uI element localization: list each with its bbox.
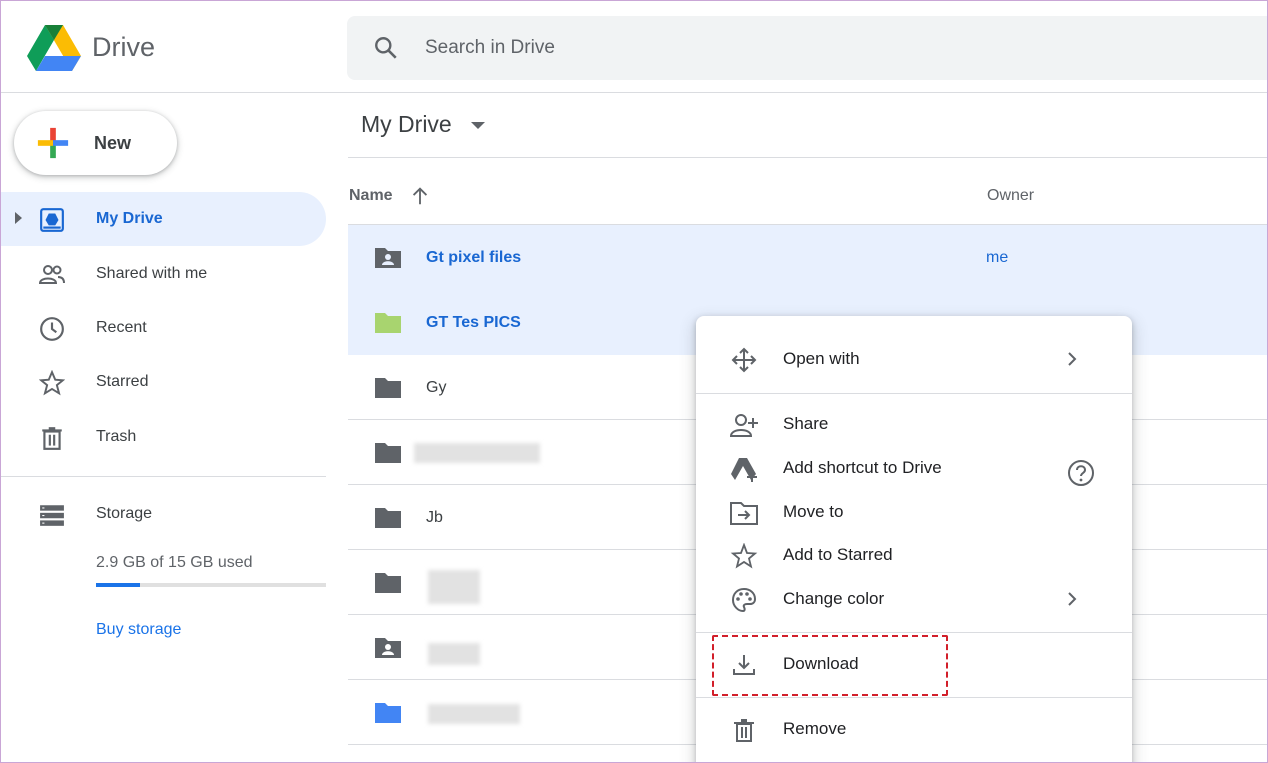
storage-progress-fill (96, 583, 140, 587)
sidebar-item-label: Recent (96, 319, 147, 336)
folder-move-icon (730, 502, 758, 525)
chevron-right-icon (1068, 592, 1077, 606)
person-add-icon (730, 414, 758, 437)
storage-used-text: 2.9 GB of 15 GB used (96, 554, 253, 571)
menu-item-move-to[interactable]: Move to (696, 490, 1132, 534)
menu-item-label: Remove (783, 719, 847, 738)
menu-separator (696, 393, 1132, 394)
search-input[interactable]: Search in Drive (425, 37, 555, 59)
menu-item-label: Add shortcut to Drive (783, 458, 942, 477)
sidebar-item-starred[interactable]: Starred (1, 355, 326, 409)
column-header-owner[interactable]: Owner (987, 187, 1034, 205)
sidebar-item-label: My Drive (96, 210, 163, 227)
folder-icon (375, 378, 401, 398)
storage-label: Storage (96, 505, 153, 522)
download-highlight-box (712, 635, 948, 696)
search-icon[interactable] (373, 35, 399, 61)
sidebar-divider (1, 476, 326, 477)
buy-storage-link[interactable]: Buy storage (96, 621, 181, 639)
menu-item-change-color[interactable]: Change color (696, 577, 1132, 621)
menu-item-label: Move to (783, 502, 844, 521)
folder-icon (375, 443, 401, 463)
menu-item-label: Share (783, 414, 829, 433)
folder-icon (375, 313, 401, 333)
redacted-file-name (428, 643, 480, 665)
star-icon (39, 370, 65, 396)
storage-progress-bar (96, 583, 326, 587)
storage-icon (40, 505, 64, 526)
menu-item-remove[interactable]: Remove (696, 707, 1132, 751)
sidebar-item-shared[interactable]: Shared with me (1, 247, 326, 301)
redacted-file-name (428, 704, 520, 724)
sidebar-item-recent[interactable]: Recent (1, 301, 326, 355)
trash-icon (42, 427, 62, 450)
chevron-down-icon[interactable] (471, 122, 485, 129)
file-owner: me (986, 249, 1009, 266)
sidebar-item-trash[interactable]: Trash (1, 410, 326, 464)
menu-item-label: Open with (783, 349, 860, 368)
palette-icon (731, 587, 757, 613)
plus-icon (37, 127, 69, 159)
brand-name: Drive (92, 32, 156, 62)
drive-shortcut-icon (731, 458, 757, 482)
folder-icon (375, 508, 401, 528)
sort-arrow-up-icon[interactable] (409, 185, 431, 207)
people-icon (39, 265, 65, 284)
sidebar-item-label: Shared with me (96, 265, 208, 282)
move-arrows-icon (731, 347, 757, 373)
menu-item-label: Change color (783, 589, 885, 608)
trash-icon (734, 719, 754, 742)
file-name: Gy (426, 379, 447, 396)
star-icon (730, 543, 758, 569)
file-name: Gt pixel files (426, 249, 522, 266)
sidebar-item-label: Trash (96, 428, 137, 445)
breadcrumb-my-drive[interactable]: My Drive (361, 111, 452, 138)
column-header-name[interactable]: Name (349, 187, 393, 205)
help-icon[interactable] (1066, 458, 1096, 488)
drive-logo-icon[interactable] (27, 25, 81, 71)
menu-item-label: Add to Starred (783, 545, 893, 564)
header-divider (1, 92, 1267, 93)
drive-window: Drive Search in Drive New My Drive Share… (0, 0, 1268, 763)
sidebar-item-label: Starred (96, 373, 149, 390)
expand-caret-icon[interactable] (15, 212, 22, 224)
new-button-label: New (94, 133, 132, 153)
menu-item-add-to-starred[interactable]: Add to Starred (696, 533, 1132, 577)
sidebar-item-storage[interactable]: Storage (1, 487, 326, 541)
folder-icon (375, 573, 401, 593)
file-name: GT Tes PICS (426, 314, 521, 331)
menu-separator (696, 632, 1132, 633)
clock-icon (40, 317, 64, 341)
toolbar-divider (348, 157, 1267, 158)
chevron-right-icon (1068, 352, 1077, 366)
menu-item-open-with[interactable]: Open with (696, 337, 1132, 381)
my-drive-icon (40, 208, 64, 232)
redacted-file-name (414, 443, 540, 463)
menu-separator (696, 697, 1132, 698)
menu-item-share[interactable]: Share (696, 402, 1132, 446)
shared-folder-icon (375, 248, 401, 268)
folder-icon (375, 703, 401, 723)
file-row[interactable]: Gt pixel files me (348, 225, 1267, 290)
redacted-file-name (428, 570, 480, 604)
shared-folder-icon (375, 638, 401, 658)
new-button[interactable]: New (14, 111, 177, 175)
file-name: Jb (426, 509, 443, 526)
sidebar-item-my-drive[interactable]: My Drive (1, 192, 326, 246)
